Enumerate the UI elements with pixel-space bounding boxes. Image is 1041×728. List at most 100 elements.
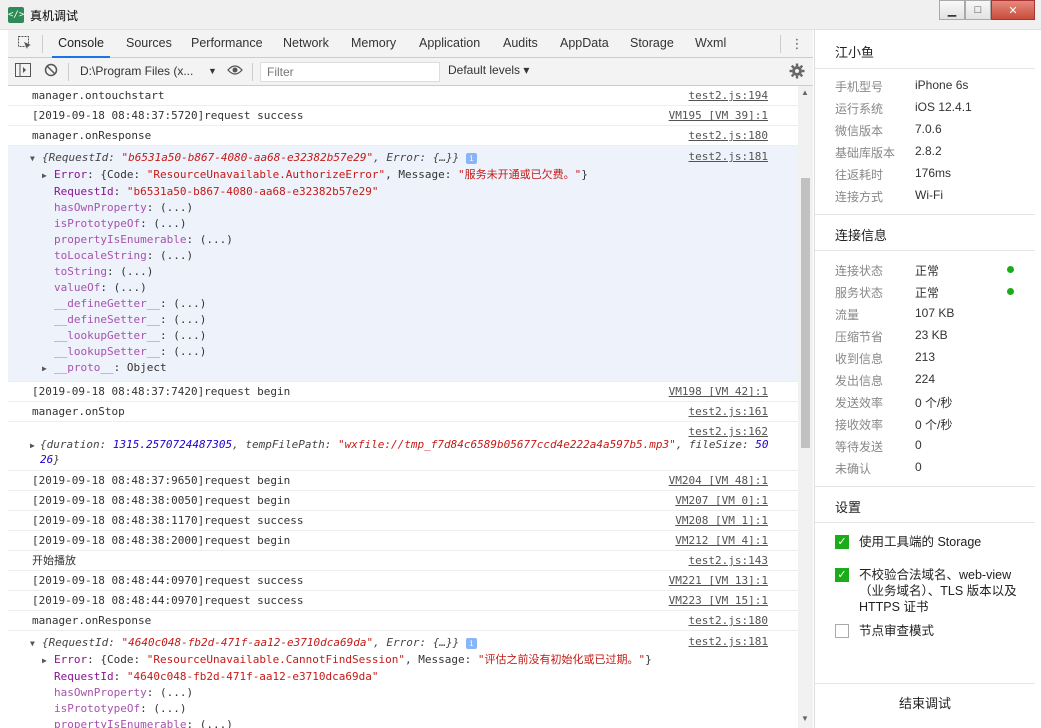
source-link[interactable]: test2.js:143 (689, 554, 768, 567)
object-property[interactable]: isPrototypeOf: (...) (42, 216, 768, 232)
context-select[interactable]: D:\Program Files (x... ▼ (80, 61, 220, 82)
info-row: 基础库版本 2.8.2 (835, 144, 942, 160)
tab-wxml[interactable]: Wxml (695, 30, 726, 58)
clear-console-icon[interactable] (42, 63, 60, 81)
object-property[interactable]: hasOwnProperty: (...) (42, 200, 768, 216)
source-link[interactable]: VM208 [VM 1]:1 (675, 514, 768, 527)
scroll-down-icon[interactable]: ▼ (801, 714, 809, 723)
object-property[interactable]: valueOf: (...) (42, 280, 768, 296)
close-button[interactable]: ✕ (991, 0, 1035, 20)
message-text: [2019-09-18 08:48:44:0970]request succes… (32, 594, 304, 607)
source-link[interactable]: test2.js:194 (689, 89, 768, 102)
message-text: manager.onStop (32, 405, 125, 418)
source-link[interactable]: VM195 [VM 39]:1 (669, 109, 768, 122)
object-property[interactable]: __lookupGetter__: (...) (42, 328, 768, 344)
expand-arrow-icon[interactable]: ▶ (42, 361, 54, 377)
collapse-arrow-icon[interactable]: ▼ (30, 636, 42, 652)
console-object-collapsed[interactable]: test2.js:162 ▶ {duration: 1315.2570724487… (8, 422, 798, 471)
object-header[interactable]: ▼ {RequestId: "4640c048-fb2d-471f-aa12-e3… (30, 635, 768, 652)
checkmark-icon[interactable]: ✓ (835, 568, 849, 582)
source-link[interactable]: VM198 [VM 42]:1 (669, 385, 768, 398)
settings-gear-icon[interactable] (788, 63, 806, 81)
tab-application[interactable]: Application (419, 30, 480, 58)
object-property[interactable]: hasOwnProperty: (...) (42, 685, 768, 701)
divider (68, 63, 69, 81)
object-property-requestid: RequestId: "4640c048-fb2d-471f-aa12-e371… (54, 670, 379, 683)
info-icon[interactable]: i (465, 637, 477, 649)
source-link[interactable]: test2.js:162 (689, 425, 768, 438)
object-header[interactable]: ▼ {RequestId: "b6531a50-b867-4080-aa68-e3… (30, 150, 768, 167)
info-row: 服务状态 正常 (835, 284, 1025, 306)
scroll-up-icon[interactable]: ▲ (801, 88, 809, 97)
object-property-error[interactable]: ▶ Error: {Code: "ResourceUnavailable.Cann… (42, 652, 768, 669)
expand-arrow-icon[interactable]: ▶ (30, 439, 40, 453)
source-link[interactable]: VM207 [VM 0]:1 (675, 494, 768, 507)
tab-network[interactable]: Network (283, 30, 329, 58)
source-link[interactable]: test2.js:180 (689, 614, 768, 627)
sidebar-toggle-icon[interactable] (14, 63, 32, 81)
console-output: manager.ontouchstart test2.js:194 [2019-… (8, 86, 798, 728)
info-icon[interactable]: i (465, 152, 477, 164)
object-property[interactable]: __defineGetter__: (...) (42, 296, 768, 312)
console-message: [2019-09-18 08:48:37:9650]request begin … (8, 471, 798, 491)
object-property[interactable]: toString: (...) (42, 264, 768, 280)
maximize-button[interactable]: □ (965, 0, 991, 20)
source-link[interactable]: VM221 [VM 13]:1 (669, 574, 768, 587)
filter-input[interactable] (260, 62, 440, 82)
source-link[interactable]: VM223 [VM 15]:1 (669, 594, 768, 607)
tab-storage[interactable]: Storage (630, 30, 674, 58)
devtools-tabbar: Console Sources Performance Network Memo… (8, 30, 813, 58)
object-property-error[interactable]: ▶ Error: {Code: "ResourceUnavailable.Auth… (42, 167, 768, 184)
object-property[interactable]: __defineSetter__: (...) (42, 312, 768, 328)
info-row: 往返耗时 176ms (835, 166, 952, 182)
object-property[interactable]: isPrototypeOf: (...) (42, 701, 768, 717)
tab-console[interactable]: Console (52, 30, 110, 58)
console-message: [2019-09-18 08:48:37:5720]request succes… (8, 106, 798, 126)
tab-audits[interactable]: Audits (503, 30, 538, 58)
log-levels-select[interactable]: Default levels ▾ (448, 63, 529, 77)
scrollbar-thumb[interactable] (801, 178, 810, 448)
tab-appdata[interactable]: AppData (560, 30, 609, 58)
object-property[interactable]: toLocaleString: (...) (42, 248, 768, 264)
tab-memory[interactable]: Memory (351, 30, 396, 58)
object-property-proto[interactable]: ▶ __proto__: Object (42, 360, 768, 377)
eye-icon[interactable] (226, 63, 244, 81)
console-message: [2019-09-18 08:48:38:0050]request begin … (8, 491, 798, 511)
console-scrollbar[interactable]: ▲ ▼ (798, 86, 813, 728)
source-link[interactable]: test2.js:181 (689, 150, 768, 163)
expand-arrow-icon[interactable]: ▶ (42, 168, 54, 184)
object-property[interactable]: propertyIsEnumerable: (...) (42, 717, 768, 728)
console-message: manager.onResponse test2.js:180 (8, 126, 798, 146)
info-row: 微信版本 7.0.6 (835, 122, 942, 138)
console-message: [2019-09-18 08:48:44:0970]request succes… (8, 571, 798, 591)
inspect-element-icon[interactable] (16, 35, 34, 53)
source-link[interactable]: test2.js:180 (689, 129, 768, 142)
window-title: 真机调试 (30, 9, 79, 23)
checkbox-empty-icon[interactable] (835, 624, 849, 638)
expand-arrow-icon[interactable]: ▶ (42, 653, 54, 669)
source-link[interactable]: test2.js:181 (689, 635, 768, 648)
collapse-arrow-icon[interactable]: ▼ (30, 151, 42, 167)
context-select-value: D:\Program Files (x... (80, 64, 194, 78)
object-property-requestid: RequestId: "b6531a50-b867-4080-aa68-e323… (54, 185, 379, 198)
minimize-button[interactable]: ▁ (939, 0, 965, 20)
object-property[interactable]: propertyIsEnumerable: (...) (42, 232, 768, 248)
more-menu-icon[interactable]: ⋮ (788, 35, 806, 53)
window-titlebar: </> 真机调试 ▁ □ ✕ (0, 0, 1041, 30)
object-property[interactable]: __lookupSetter__: (...) (42, 344, 768, 360)
source-link[interactable]: test2.js:161 (689, 405, 768, 418)
divider (252, 63, 253, 81)
source-link[interactable]: VM212 [VM 4]:1 (675, 534, 768, 547)
source-link[interactable]: VM204 [VM 48]:1 (669, 474, 768, 487)
tab-sources[interactable]: Sources (126, 30, 172, 58)
window-controls: ▁ □ ✕ (939, 0, 1035, 22)
device-info-panel: 江小鱼 手机型号 iPhone 6s 运行系统 iOS 12.4.1 微信版本 7.0… (814, 30, 1035, 728)
checkmark-icon[interactable]: ✓ (835, 535, 849, 549)
divider (815, 214, 1035, 215)
tab-performance[interactable]: Performance (191, 30, 263, 58)
end-debug-button[interactable]: 结束调试 (815, 683, 1035, 723)
message-text: [2019-09-18 08:48:37:5720]request succes… (32, 109, 304, 122)
devtools: Console Sources Performance Network Memo… (8, 30, 813, 728)
console-message: manager.onResponse test2.js:180 (8, 611, 798, 631)
console-message: manager.onStop test2.js:161 (8, 402, 798, 422)
